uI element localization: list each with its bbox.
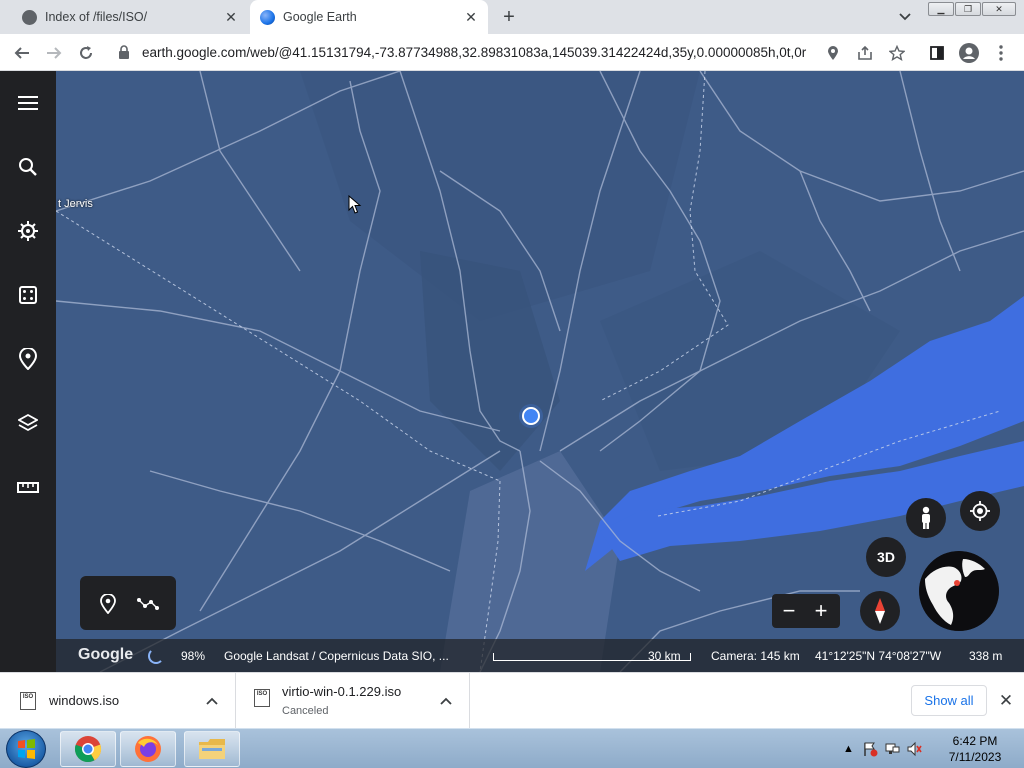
windows-logo-icon	[18, 739, 35, 759]
chrome-icon	[74, 736, 102, 763]
crosshair-icon	[970, 501, 990, 521]
profile-icon[interactable]	[958, 42, 980, 64]
toggle-3d-button[interactable]: 3D	[866, 537, 906, 577]
minimize-icon[interactable]: ▁	[928, 2, 954, 16]
forward-arrow-icon[interactable]	[43, 42, 65, 64]
draw-path-icon[interactable]	[136, 592, 160, 616]
mouse-cursor-icon	[348, 195, 362, 214]
browser-toolbar: earth.google.com/web/@41.15131794,-73.87…	[0, 34, 1024, 71]
google-logo: Google	[78, 646, 134, 663]
voyager-icon[interactable]	[14, 217, 42, 245]
my-location-button[interactable]	[960, 491, 1000, 531]
chevron-down-icon[interactable]	[896, 8, 914, 26]
close-icon[interactable]: ✕	[982, 2, 1016, 16]
system-clock[interactable]: 6:42 PM 7/11/2023	[940, 733, 1010, 765]
globe-minimap-button[interactable]	[919, 551, 999, 631]
address-bar[interactable]: earth.google.com/web/@41.15131794,-73.87…	[108, 38, 938, 67]
star-icon[interactable]	[887, 43, 907, 63]
earth-sidebar	[0, 71, 56, 672]
windows-taskbar: ▲ 6:42 PM 7/11/2023	[0, 728, 1024, 768]
download-filename: virtio-win-0.1.229.iso	[282, 684, 402, 699]
new-tab-button[interactable]: +	[498, 6, 520, 28]
cursor-coordinates: 41°12'25"N 74°08'27"W	[815, 649, 942, 663]
reload-icon[interactable]	[75, 42, 97, 64]
page-favicon-icon	[22, 9, 37, 25]
volume-muted-icon[interactable]	[906, 741, 922, 757]
projects-icon[interactable]	[14, 345, 42, 373]
chevron-up-icon[interactable]	[438, 693, 454, 709]
globe-icon	[919, 551, 999, 631]
clock-time: 6:42 PM	[952, 734, 998, 748]
url-text[interactable]: earth.google.com/web/@41.15131794,-73.87…	[142, 45, 822, 60]
tab-strip: Index of /files/ISO/ ✕ Google Earth ✕ + …	[0, 0, 1024, 34]
camera-altitude: Camera: 145 km	[711, 649, 800, 663]
file-explorer-taskbar-button[interactable]	[184, 731, 240, 767]
location-pin-icon[interactable]	[823, 43, 843, 63]
menu-icon[interactable]	[14, 89, 42, 117]
add-placemark-icon[interactable]	[96, 592, 120, 616]
show-all-downloads-button[interactable]: Show all	[911, 685, 987, 716]
iso-file-icon: ISO	[254, 689, 270, 707]
measure-icon[interactable]	[14, 473, 42, 501]
action-center-flag-icon[interactable]	[862, 741, 878, 757]
tab-index-of-files-iso[interactable]: Index of /files/ISO/ ✕	[8, 0, 248, 34]
loading-spinner-icon	[148, 648, 164, 664]
clock-date: 7/11/2023	[948, 750, 1002, 764]
zoom-in-button[interactable]: +	[806, 597, 836, 625]
search-icon[interactable]	[14, 153, 42, 181]
side-panel-icon[interactable]	[926, 42, 948, 64]
earth-status-bar: Google 98% Google Landsat / Copernicus D…	[56, 639, 1024, 672]
loading-progress: 98%	[181, 649, 206, 663]
street-view-pegman-button[interactable]	[906, 498, 946, 538]
scale-label: 30 km	[648, 649, 681, 663]
back-arrow-icon[interactable]	[11, 42, 33, 64]
earth-favicon-icon	[260, 9, 275, 25]
feeling-lucky-icon[interactable]	[14, 281, 42, 309]
tab-google-earth[interactable]: Google Earth ✕	[250, 0, 488, 34]
show-hidden-icons-arrow[interactable]: ▲	[843, 743, 854, 755]
more-vert-icon[interactable]	[990, 42, 1012, 64]
map-style-icon[interactable]	[14, 409, 42, 437]
tab-close-icon[interactable]: ✕	[462, 8, 480, 26]
network-icon[interactable]	[884, 741, 900, 757]
earth-viewport[interactable]: t Jervis 3D − + Google 98% Google Landsa…	[0, 71, 1024, 672]
tab-title: Google Earth	[283, 10, 357, 24]
screen: Index of /files/ISO/ ✕ Google Earth ✕ + …	[0, 0, 1024, 768]
chrome-taskbar-button[interactable]	[60, 731, 116, 767]
tab-close-icon[interactable]: ✕	[222, 8, 240, 26]
zoom-out-button[interactable]: −	[774, 597, 804, 625]
my-location-dot	[522, 407, 540, 425]
start-button[interactable]	[6, 730, 46, 768]
download-item[interactable]: ISO windows.iso	[0, 673, 236, 729]
close-downloads-bar-button[interactable]: ✕	[996, 691, 1016, 711]
system-tray: ▲	[843, 729, 922, 768]
tab-title: Index of /files/ISO/	[45, 10, 148, 24]
compass-button[interactable]	[860, 591, 900, 631]
firefox-taskbar-button[interactable]	[120, 731, 176, 767]
share-icon[interactable]	[855, 43, 875, 63]
download-status: Canceled	[282, 705, 329, 717]
download-item[interactable]: ISO virtio-win-0.1.229.iso Canceled	[236, 673, 470, 729]
chevron-up-icon[interactable]	[204, 693, 220, 709]
downloads-bar: ISO windows.iso ISO virtio-win-0.1.229.i…	[0, 672, 1024, 729]
file-explorer-icon	[199, 739, 225, 759]
restore-icon[interactable]: ❐	[955, 2, 981, 16]
zoom-controls: − +	[772, 594, 840, 628]
firefox-icon	[135, 736, 161, 762]
compass-needle-icon	[875, 598, 885, 624]
drawing-tools-card	[80, 576, 176, 630]
data-attribution[interactable]: Google Landsat / Copernicus Data SIO, ..…	[224, 649, 464, 663]
iso-file-icon: ISO	[20, 692, 36, 710]
place-label: t Jervis	[58, 198, 93, 210]
pegman-icon	[922, 506, 930, 529]
lock-icon[interactable]	[118, 45, 130, 59]
elevation: 338 m	[969, 649, 1003, 663]
download-filename: windows.iso	[49, 693, 120, 708]
